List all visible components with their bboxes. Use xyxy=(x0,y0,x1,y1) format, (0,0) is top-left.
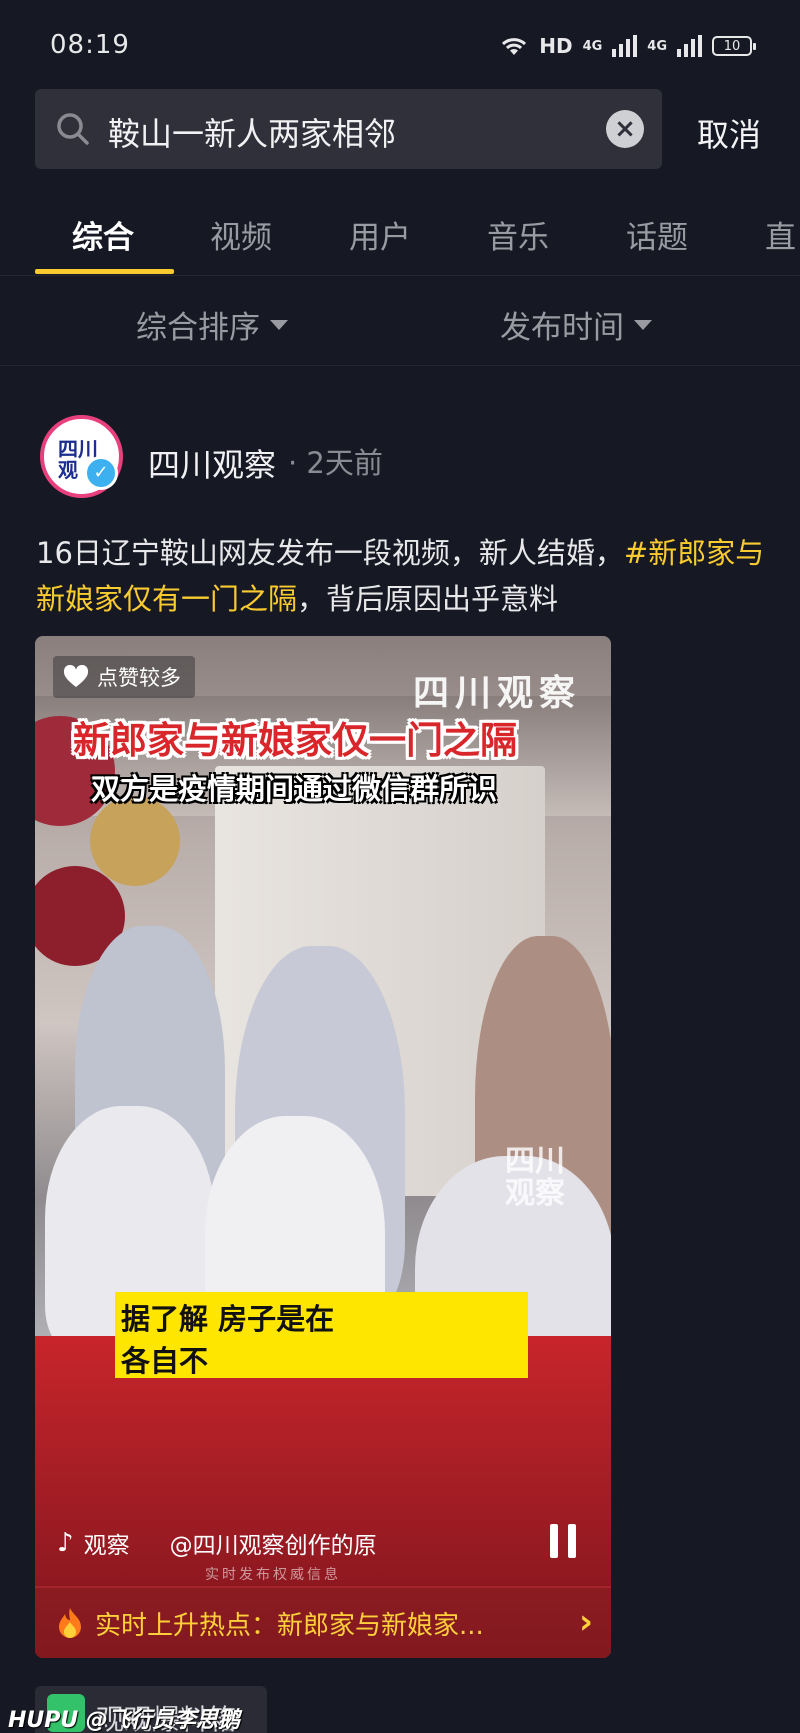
trending-bar[interactable]: 实时上升热点：新郎家与新娘家... › xyxy=(35,1588,611,1658)
status-time: 08:19 xyxy=(50,30,130,60)
tab-live[interactable]: 直 xyxy=(765,212,796,257)
caption-text: 16日辽宁鞍山网友发布一段视频，新人结婚， xyxy=(36,536,624,570)
network-type: HD xyxy=(539,34,573,58)
tab-music[interactable]: 音乐 xyxy=(487,212,549,257)
sort-divider xyxy=(0,365,800,366)
video-player[interactable]: 点赞较多 四川观察 新郎家与新娘家仅一门之隔 双方是疫情期间通过微信群所识 四川… xyxy=(35,636,611,1658)
publish-time-label: 发布时间 xyxy=(500,310,624,346)
result-tabs: 综合 视频 用户 音乐 话题 直 xyxy=(0,200,800,275)
verified-icon: ✓ xyxy=(84,456,118,490)
fire-icon xyxy=(59,1608,81,1638)
chevron-right-icon: › xyxy=(578,1602,593,1642)
heart-icon xyxy=(63,665,89,687)
video-tagline: 实时发布权威信息 xyxy=(205,1567,341,1583)
video-subtitle-line2: 各自不 xyxy=(121,1344,209,1378)
battery-icon: 10 xyxy=(712,36,756,56)
chevron-down-icon xyxy=(270,319,288,330)
video-watermark-mid: 四川观察 xyxy=(505,1144,565,1211)
video-subtitle-line1: 据了解 房子是在 xyxy=(121,1302,335,1336)
tab-users[interactable]: 用户 xyxy=(349,212,411,257)
active-tab-indicator xyxy=(35,269,174,274)
tiktok-author: @四川观察创作的原 xyxy=(169,1533,377,1559)
balloon-shape xyxy=(90,796,180,886)
chevron-down-icon xyxy=(634,319,652,330)
signal-1-icon xyxy=(612,35,638,57)
pause-icon[interactable] xyxy=(550,1524,576,1558)
author-name[interactable]: 四川观察 xyxy=(148,440,276,486)
signal-label-2: 4G xyxy=(647,38,667,54)
likes-badge-text: 点赞较多 xyxy=(97,666,181,690)
caption-text-end: ，背后原因出乎意料 xyxy=(297,582,559,616)
video-watermark: 四川观察 xyxy=(413,673,582,714)
search-query[interactable]: 鞍山一新人两家相邻 xyxy=(108,109,396,155)
tab-all[interactable]: 综合 xyxy=(72,212,134,257)
tiktok-logo-icon: ♪ xyxy=(57,1528,74,1558)
wifi-icon xyxy=(502,38,527,55)
video-title-overlay: 新郎家与新娘家仅一门之隔 xyxy=(73,719,517,762)
publish-time-dropdown[interactable]: 发布时间 xyxy=(500,302,652,347)
status-bar: 08:19 HD 4G 4G 10 xyxy=(0,0,800,90)
search-icon xyxy=(57,113,89,145)
search-input[interactable]: 鞍山一新人两家相邻 × xyxy=(35,89,662,169)
status-icons: HD 4G 4G 10 xyxy=(499,34,756,58)
video-credit-row: ♪ 观察 @四川观察创作的原 xyxy=(57,1526,377,1560)
image-watermark: HUPU @飞行员李思鹅 xyxy=(8,1708,240,1733)
signal-2-icon xyxy=(677,35,702,57)
search-results-page: 08:19 HD 4G 4G 10 鞍山一新人两家相邻 × 取消 综合 视频 用… xyxy=(0,0,800,1733)
signal-label-1: 4G xyxy=(582,38,603,54)
battery-level: 10 xyxy=(723,38,741,54)
likes-badge: 点赞较多 xyxy=(53,656,195,698)
cancel-button[interactable]: 取消 xyxy=(697,110,761,156)
tab-topics[interactable]: 话题 xyxy=(626,212,688,257)
trending-text: 实时上升热点：新郎家与新娘家... xyxy=(95,1610,484,1641)
clear-icon[interactable]: × xyxy=(606,110,644,148)
post-caption[interactable]: 16日辽宁鞍山网友发布一段视频，新人结婚，#新郎家与新娘家仅有一门之隔，背后原因… xyxy=(36,530,766,622)
post-time: · 2天前 xyxy=(288,446,383,480)
tiktok-label: 观察 xyxy=(83,1533,130,1559)
sort-order-label: 综合排序 xyxy=(136,310,260,346)
sort-order-dropdown[interactable]: 综合排序 xyxy=(136,302,288,347)
tab-videos[interactable]: 视频 xyxy=(210,212,272,257)
video-subtitle-overlay: 双方是疫情期间通过微信群所识 xyxy=(91,772,498,806)
tabs-divider xyxy=(0,275,800,276)
